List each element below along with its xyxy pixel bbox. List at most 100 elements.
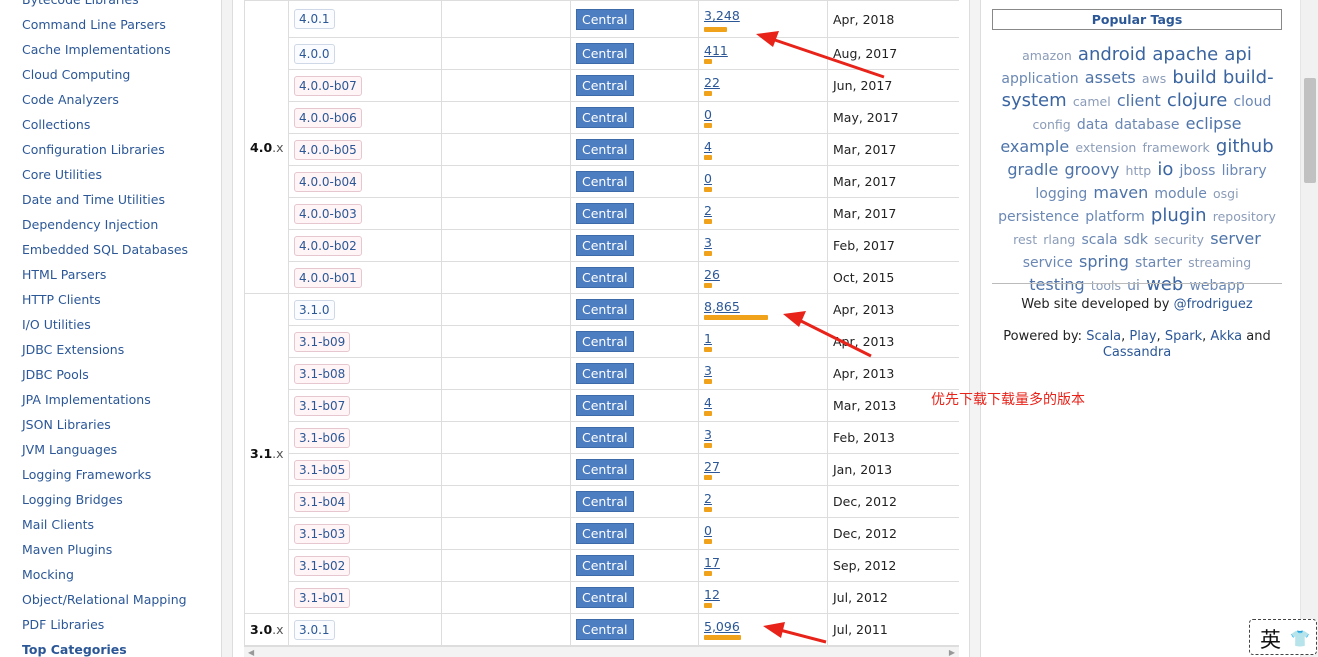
sidebar-item[interactable]: Logging Bridges bbox=[22, 487, 123, 512]
version-link[interactable]: 3.1-b04 bbox=[294, 491, 351, 512]
usages-link[interactable]: 26 bbox=[704, 267, 822, 282]
tag-link[interactable]: http bbox=[1126, 163, 1152, 178]
tag-link[interactable]: module bbox=[1154, 186, 1206, 202]
ime-mode-toggle[interactable]: 英 bbox=[1260, 624, 1281, 654]
repository-link[interactable]: Central bbox=[576, 363, 634, 384]
repository-link[interactable]: Central bbox=[576, 523, 634, 544]
tag-link[interactable]: platform bbox=[1085, 209, 1145, 225]
usages-link[interactable]: 17 bbox=[704, 555, 822, 570]
tag-link[interactable]: aws bbox=[1142, 71, 1166, 86]
version-link[interactable]: 4.0.0-b05 bbox=[294, 139, 362, 160]
repository-link[interactable]: Central bbox=[576, 427, 634, 448]
tag-link[interactable]: camel bbox=[1073, 94, 1111, 109]
tag-link[interactable]: logging bbox=[1035, 186, 1087, 202]
scroll-left-icon[interactable]: ◀ bbox=[248, 648, 254, 657]
sidebar-item[interactable]: Cache Implementations bbox=[22, 37, 171, 62]
sidebar-item[interactable]: Configuration Libraries bbox=[22, 137, 165, 162]
page-scrollbar[interactable] bbox=[1300, 0, 1318, 657]
sidebar-item[interactable]: Collections bbox=[22, 112, 90, 137]
tag-link[interactable]: osgi bbox=[1213, 186, 1239, 201]
version-link[interactable]: 4.0.0-b03 bbox=[294, 203, 362, 224]
sidebar-item[interactable]: I/O Utilities bbox=[22, 312, 91, 337]
tag-link[interactable]: rest bbox=[1013, 232, 1037, 247]
sidebar-item[interactable]: JDBC Extensions bbox=[22, 337, 124, 362]
tag-link[interactable]: spring bbox=[1079, 252, 1129, 271]
sidebar-item[interactable]: Core Utilities bbox=[22, 162, 102, 187]
developer-link[interactable]: @frodriguez bbox=[1174, 297, 1253, 312]
tag-link[interactable]: apache bbox=[1152, 44, 1218, 65]
scroll-right-icon[interactable]: ▶ bbox=[949, 648, 955, 657]
tag-link[interactable]: android bbox=[1078, 44, 1146, 65]
repository-link[interactable]: Central bbox=[576, 491, 634, 512]
usages-link[interactable]: 12 bbox=[704, 587, 822, 602]
usages-link[interactable]: 2 bbox=[704, 203, 822, 218]
tag-link[interactable]: rlang bbox=[1043, 232, 1075, 247]
version-link[interactable]: 3.1-b03 bbox=[294, 523, 351, 544]
sidebar-item[interactable]: JPA Implementations bbox=[22, 387, 151, 412]
tag-link[interactable]: config bbox=[1032, 117, 1070, 132]
usages-link[interactable]: 411 bbox=[704, 43, 822, 58]
version-link[interactable]: 3.1-b01 bbox=[294, 587, 351, 608]
tag-link[interactable]: streaming bbox=[1188, 255, 1251, 270]
version-link[interactable]: 4.0.0-b01 bbox=[294, 267, 362, 288]
tag-link[interactable]: ui bbox=[1127, 278, 1140, 294]
play-link[interactable]: Play bbox=[1129, 329, 1156, 344]
tag-link[interactable]: starter bbox=[1135, 255, 1182, 271]
usages-link[interactable]: 1 bbox=[704, 331, 822, 346]
sidebar-item[interactable]: Dependency Injection bbox=[22, 212, 158, 237]
repository-link[interactable]: Central bbox=[576, 43, 634, 64]
usages-link[interactable]: 2 bbox=[704, 491, 822, 506]
usages-link[interactable]: 0 bbox=[704, 171, 822, 186]
sidebar-item[interactable]: Logging Frameworks bbox=[22, 462, 151, 487]
version-link[interactable]: 4.0.0-b06 bbox=[294, 107, 362, 128]
tag-link[interactable]: example bbox=[1000, 137, 1069, 156]
tag-link[interactable]: data bbox=[1077, 117, 1109, 133]
usages-link[interactable]: 3 bbox=[704, 427, 822, 442]
horizontal-scrollbar[interactable]: ◀ ▶ bbox=[244, 646, 959, 657]
tag-link[interactable]: web bbox=[1146, 274, 1183, 295]
tag-link[interactable]: application bbox=[1001, 71, 1078, 87]
repository-link[interactable]: Central bbox=[576, 203, 634, 224]
sidebar-item[interactable]: Embedded SQL Databases bbox=[22, 237, 188, 262]
tag-link[interactable]: github bbox=[1216, 136, 1274, 157]
sidebar-item[interactable]: Date and Time Utilities bbox=[22, 187, 165, 212]
repository-link[interactable]: Central bbox=[576, 8, 634, 30]
repository-link[interactable]: Central bbox=[576, 331, 634, 352]
tag-link[interactable]: database bbox=[1115, 117, 1180, 133]
sidebar-item[interactable]: Mocking bbox=[22, 562, 74, 587]
version-link[interactable]: 3.1-b02 bbox=[294, 555, 351, 576]
tag-link[interactable]: security bbox=[1154, 232, 1204, 247]
tag-link[interactable]: cloud bbox=[1233, 94, 1271, 110]
sidebar-item[interactable]: PDF Libraries bbox=[22, 612, 104, 637]
version-link[interactable]: 4.0.0-b02 bbox=[294, 235, 362, 256]
cassandra-link[interactable]: Cassandra bbox=[1103, 345, 1171, 360]
repository-link[interactable]: Central bbox=[576, 171, 634, 192]
usages-link[interactable]: 3 bbox=[704, 363, 822, 378]
version-link[interactable]: 4.0.0 bbox=[294, 43, 335, 64]
ime-toolbar[interactable]: 英 👕 bbox=[1249, 619, 1317, 655]
repository-link[interactable]: Central bbox=[576, 267, 634, 288]
sidebar-item[interactable]: Maven Plugins bbox=[22, 537, 112, 562]
usages-link[interactable]: 5,096 bbox=[704, 619, 822, 634]
version-link[interactable]: 3.1-b05 bbox=[294, 459, 351, 480]
usages-link[interactable]: 27 bbox=[704, 459, 822, 474]
tag-link[interactable]: assets bbox=[1085, 68, 1136, 87]
version-link[interactable]: 4.0.0-b07 bbox=[294, 75, 362, 96]
sidebar-item[interactable]: Command Line Parsers bbox=[22, 12, 166, 37]
repository-link[interactable]: Central bbox=[576, 395, 634, 416]
tag-link[interactable]: jboss bbox=[1180, 163, 1216, 179]
scrollbar-thumb[interactable] bbox=[1304, 78, 1316, 183]
sidebar-top-categories[interactable]: Top Categories bbox=[22, 637, 127, 657]
sidebar-item[interactable]: Bytecode Libraries bbox=[22, 0, 139, 12]
repository-link[interactable]: Central bbox=[576, 75, 634, 96]
tag-link[interactable]: build bbox=[1172, 67, 1216, 88]
tag-link[interactable]: framework bbox=[1142, 140, 1209, 155]
tag-link[interactable]: tools bbox=[1091, 278, 1121, 293]
usages-link[interactable]: 8,865 bbox=[704, 299, 822, 314]
usages-link[interactable]: 4 bbox=[704, 395, 822, 410]
sidebar-item[interactable]: JSON Libraries bbox=[22, 412, 111, 437]
sidebar-item[interactable]: Cloud Computing bbox=[22, 62, 130, 87]
version-link[interactable]: 4.0.0-b04 bbox=[294, 171, 362, 192]
version-link[interactable]: 3.0.1 bbox=[294, 619, 335, 640]
sidebar-item[interactable]: JDBC Pools bbox=[22, 362, 89, 387]
